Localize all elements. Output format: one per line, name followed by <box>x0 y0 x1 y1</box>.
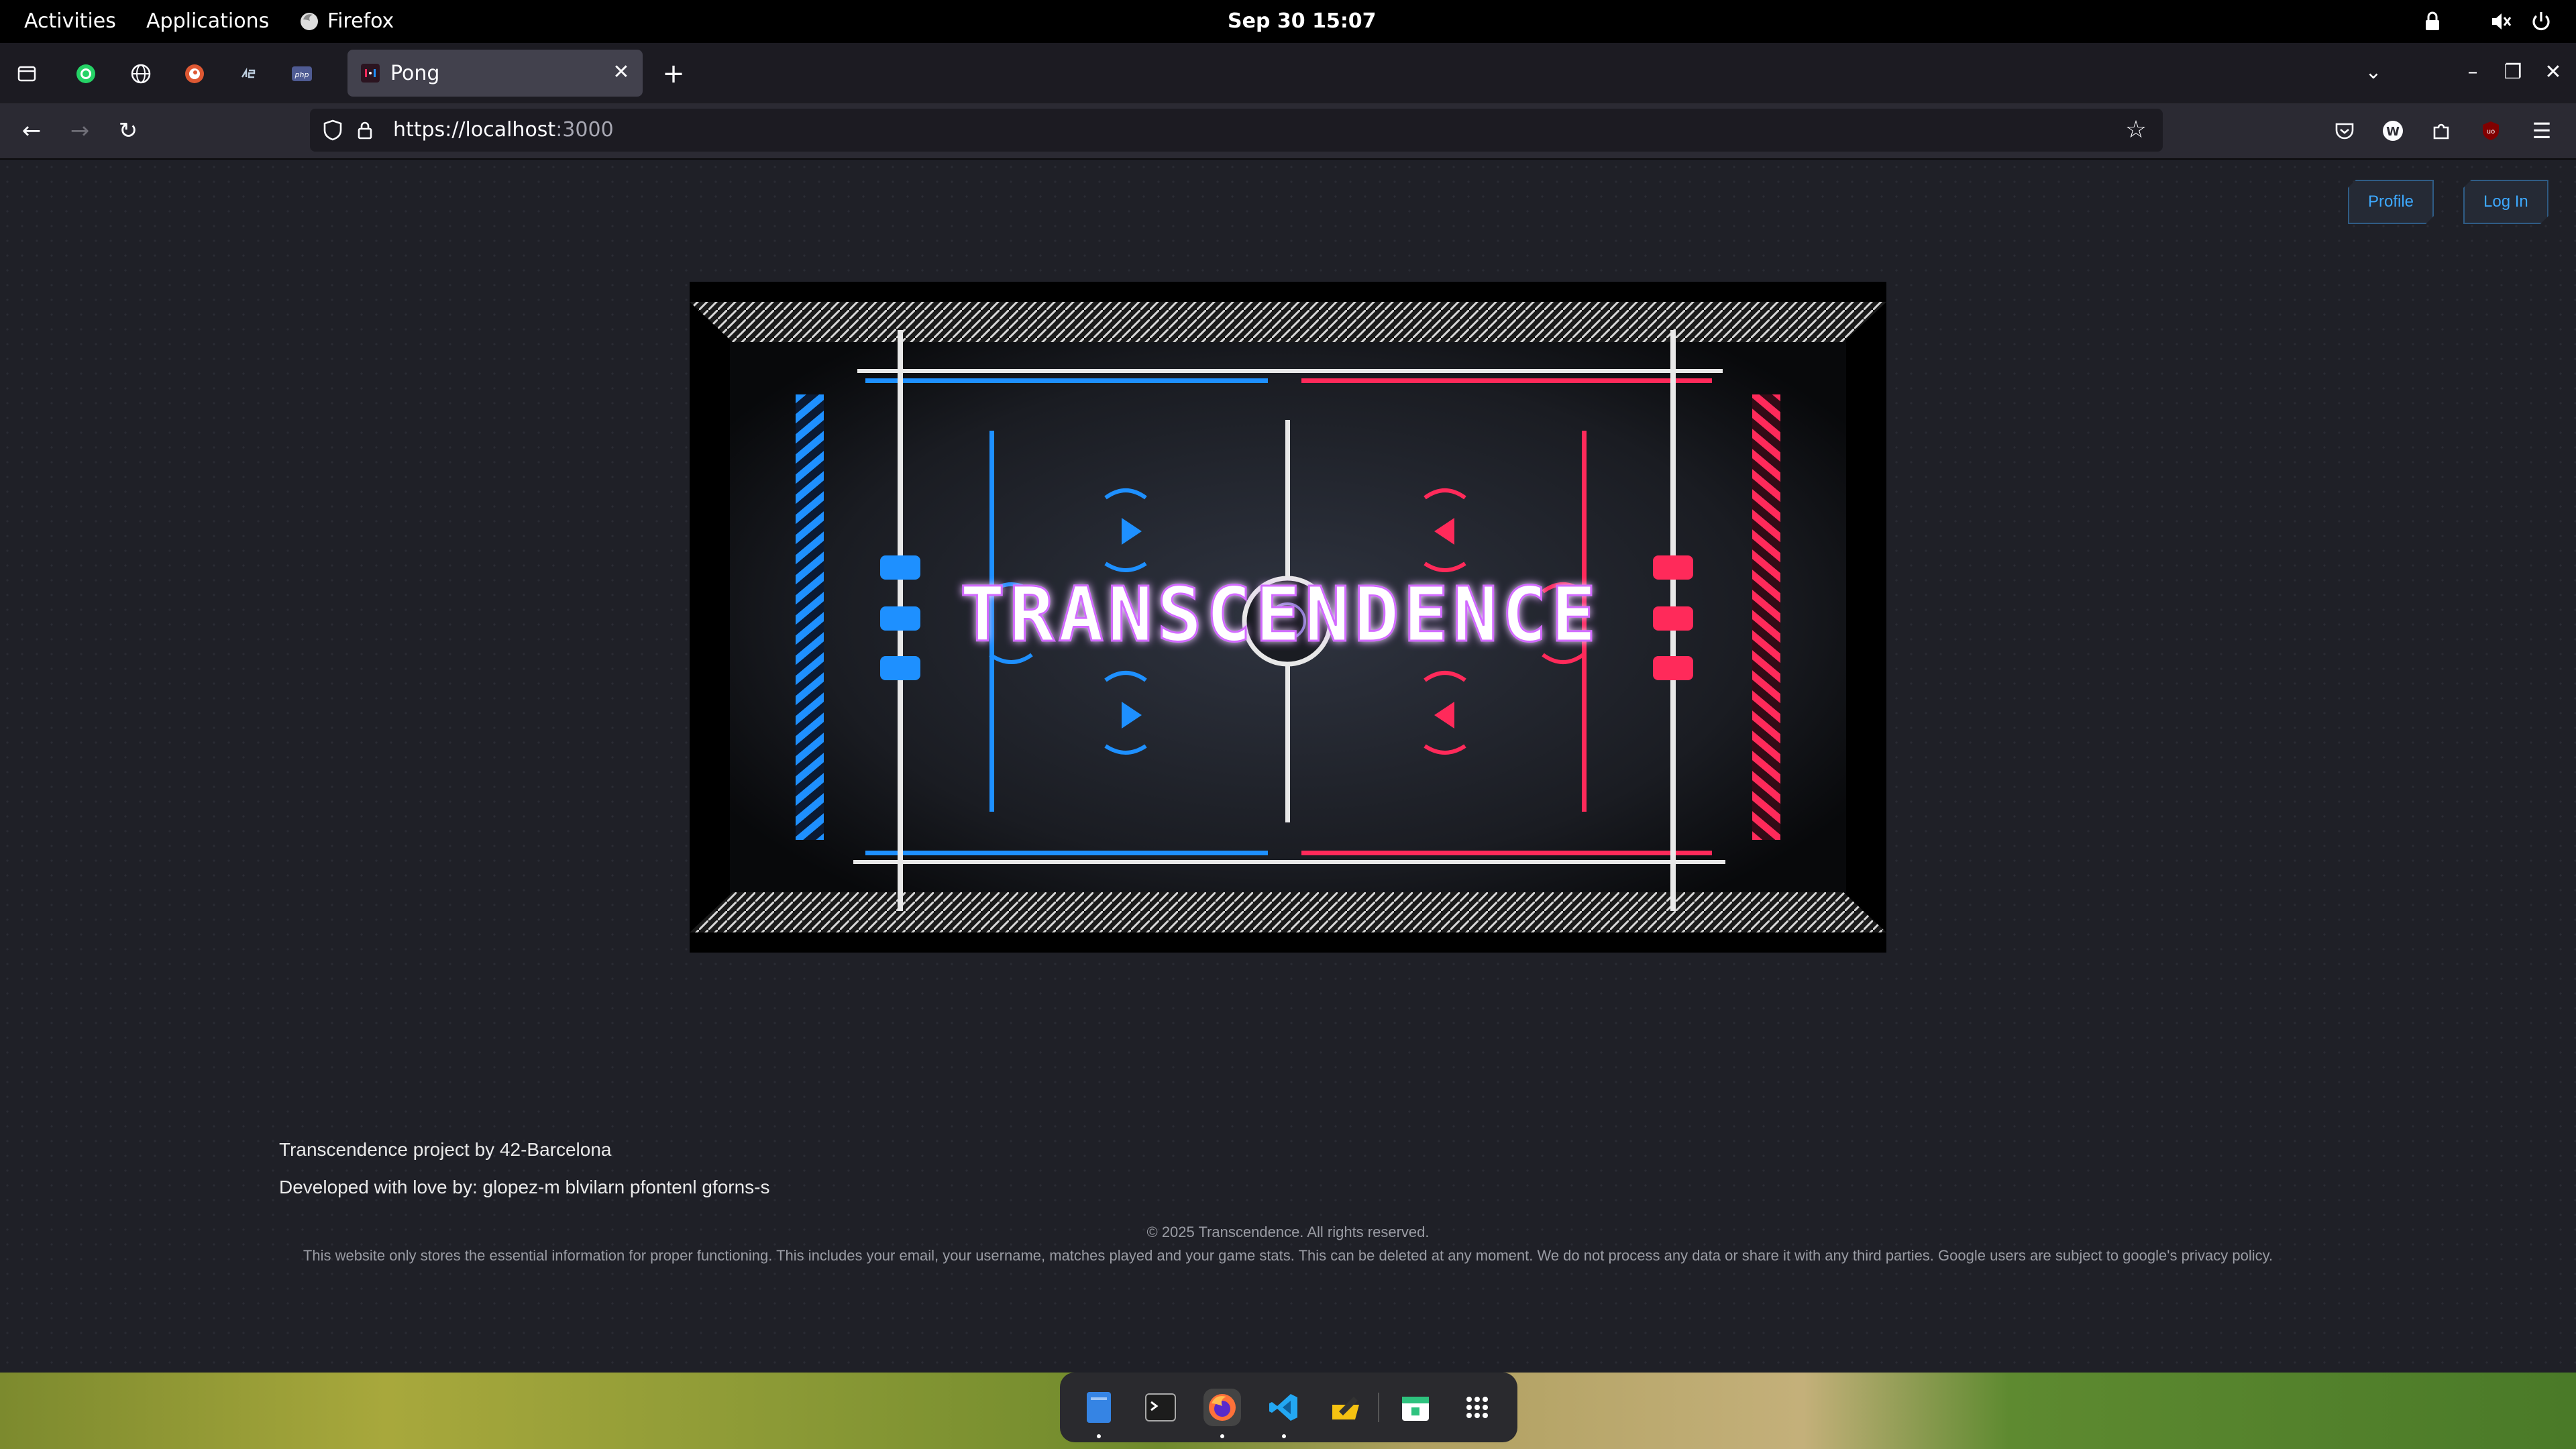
new-tab-icon[interactable]: + <box>659 59 688 89</box>
system-top-bar: Activities Applications Firefox Sep 30 1… <box>0 0 2576 43</box>
firefox-icon <box>1209 1394 1236 1421</box>
secure-lock-icon[interactable] <box>353 118 377 142</box>
blue-goal-wall <box>796 394 824 840</box>
blue-paddle <box>880 555 920 680</box>
dock-firefox[interactable] <box>1203 1389 1241 1426</box>
url-text: https://localhost:3000 <box>393 109 614 152</box>
tab-title: Pong <box>390 61 440 85</box>
volume-muted-icon[interactable] <box>2489 9 2513 34</box>
running-indicator <box>1282 1434 1286 1438</box>
extensions-puzzle-icon[interactable] <box>2424 114 2458 148</box>
game-arena-banner[interactable]: TRANSCENDENCE <box>690 282 1886 953</box>
close-window-icon[interactable]: ✕ <box>2538 58 2568 87</box>
pinned-tab-web[interactable] <box>123 56 158 91</box>
app-menu-label: Firefox <box>327 9 394 33</box>
forward-icon[interactable]: → <box>63 114 97 148</box>
close-tab-icon[interactable]: ✕ <box>609 60 633 85</box>
running-indicator <box>1220 1434 1224 1438</box>
tab-pong[interactable]: Pong ✕ <box>347 50 643 97</box>
software-store-icon <box>1402 1397 1429 1421</box>
forty-two-icon <box>239 67 257 80</box>
wikiwand-extension-icon[interactable]: W <box>2376 114 2410 148</box>
text-editor-icon <box>1332 1397 1359 1419</box>
show-apps-grid-icon[interactable] <box>1458 1389 1496 1426</box>
footer-credit: Transcendence project by 42-Barcelona <box>279 1139 612 1160</box>
duckduckgo-icon <box>185 64 204 83</box>
back-icon[interactable]: ← <box>15 114 48 148</box>
login-button[interactable]: Log In <box>2463 180 2548 224</box>
red-score-bar-top <box>1301 378 1712 383</box>
svg-text:W: W <box>2386 125 2400 139</box>
power-icon[interactable] <box>2529 9 2553 34</box>
pong-favicon <box>361 64 380 83</box>
pinned-tab-php[interactable]: php <box>284 56 319 91</box>
dock-files[interactable] <box>1080 1389 1118 1426</box>
page-content: Profile Log In TRANSCENDENCE Transcenden… <box>0 160 2576 1373</box>
bookmark-star-icon[interactable]: ☆ <box>2123 117 2149 144</box>
red-paddle <box>1653 555 1693 680</box>
reload-icon[interactable]: ↻ <box>111 114 145 148</box>
dock-text-editor[interactable] <box>1327 1389 1364 1426</box>
clock[interactable]: Sep 30 15:07 <box>1228 0 1377 43</box>
restore-icon[interactable]: ❐ <box>2498 58 2528 87</box>
transcendence-logo: TRANSCENDENCE <box>960 572 1601 659</box>
url-bar[interactable]: https://localhost:3000 ☆ <box>310 109 2163 152</box>
whatsapp-icon <box>76 64 95 83</box>
activities-button[interactable]: Activities <box>24 0 116 43</box>
ublock-origin-icon[interactable]: uo <box>2474 114 2508 148</box>
minimize-icon[interactable]: – <box>2458 58 2487 87</box>
dock <box>1060 1373 1517 1442</box>
pinned-tab-duckduckgo[interactable] <box>177 56 212 91</box>
php-icon: php <box>292 66 312 81</box>
vscode-icon <box>1269 1394 1297 1421</box>
svg-text:uo: uo <box>2487 128 2495 136</box>
applications-menu[interactable]: Applications <box>146 0 269 43</box>
app-menu-firefox[interactable]: Firefox <box>299 0 394 43</box>
svg-text:php: php <box>294 70 309 79</box>
hamburger-menu-icon[interactable]: ☰ <box>2525 114 2559 148</box>
firefox-view-icon <box>17 66 36 82</box>
footer-copyright: © 2025 Transcendence. All rights reserve… <box>1146 1224 1430 1240</box>
blue-score-bar-top <box>865 378 1268 383</box>
tab-overview-button[interactable] <box>9 56 44 91</box>
url-port: :3000 <box>555 118 614 142</box>
footer-privacy-notice: This website only stores the essential i… <box>303 1247 2273 1264</box>
list-all-tabs-icon[interactable]: ⌄ <box>2359 58 2388 87</box>
pocket-icon[interactable] <box>2328 114 2361 148</box>
globe-icon <box>131 64 151 84</box>
blue-score-bar-bottom <box>865 851 1268 855</box>
running-indicator <box>1097 1434 1101 1438</box>
dock-separator <box>1378 1393 1379 1422</box>
terminal-icon <box>1145 1393 1176 1421</box>
browser-tab-strip: php Pong ✕ + ⌄ – ❐ ✕ <box>0 43 2576 103</box>
dock-software-store[interactable] <box>1397 1389 1434 1426</box>
navigation-toolbar: ← → ↻ https://localhost:3000 ☆ W uo ☰ <box>0 103 2576 160</box>
red-goal-wall <box>1752 394 1780 840</box>
firefox-icon <box>301 13 318 30</box>
dock-terminal[interactable] <box>1142 1389 1179 1426</box>
url-host: https://localhost <box>393 118 556 142</box>
dock-vscode[interactable] <box>1265 1389 1303 1426</box>
tracking-protection-shield-icon[interactable] <box>321 118 345 142</box>
files-icon <box>1087 1392 1111 1423</box>
pinned-tab-whatsapp[interactable] <box>68 56 103 91</box>
lock-icon[interactable] <box>2420 9 2445 34</box>
footer-developers: Developed with love by: glopez-m blvilar… <box>279 1177 770 1197</box>
profile-button[interactable]: Profile <box>2348 180 2434 224</box>
pinned-tab-intra[interactable] <box>231 56 266 91</box>
red-score-bar-bottom <box>1301 851 1712 855</box>
